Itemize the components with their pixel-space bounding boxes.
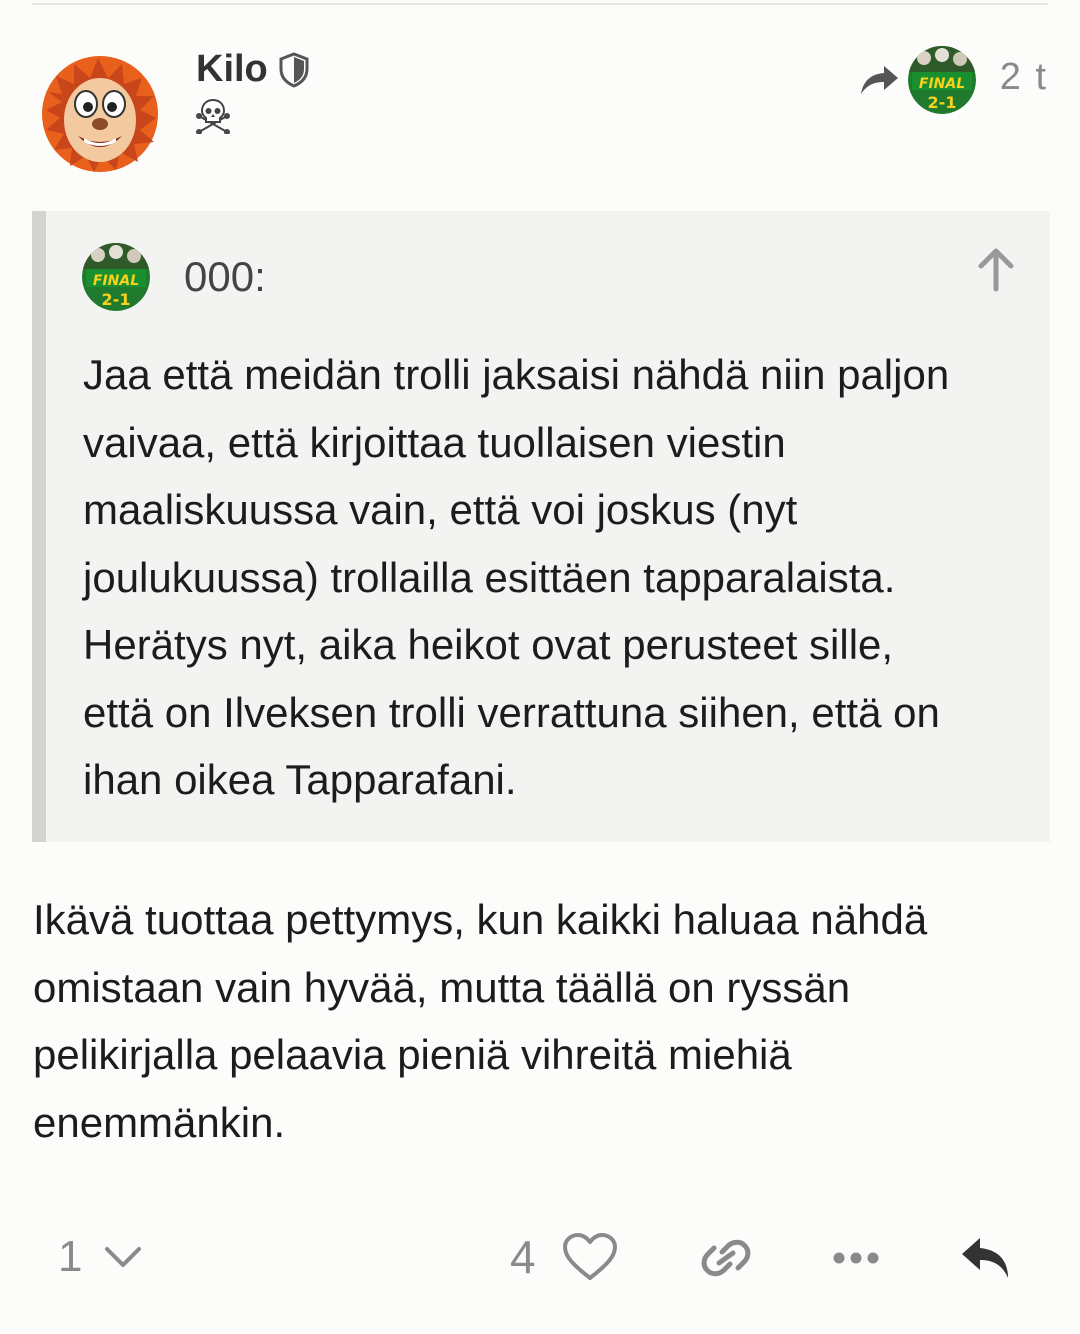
svg-text:2-1: 2-1 [928, 93, 957, 112]
quote-username: 000: [184, 253, 266, 300]
arrow-up-icon[interactable] [976, 247, 1016, 293]
shield-icon [279, 51, 309, 88]
quote-text: Jaa että meidän trolli jaksaisi nähdä ni… [83, 351, 950, 803]
post-text: Ikävä tuottaa pettymys, kun kaikki halua… [33, 896, 928, 1146]
post-actions: 1 4 [0, 1220, 1080, 1300]
show-replies-button[interactable]: 1 [58, 1232, 142, 1282]
quote-avatar[interactable]: FINAL 2-1 [82, 243, 150, 311]
svg-text:FINAL: FINAL [919, 76, 965, 92]
user-avatar[interactable] [38, 52, 162, 176]
heart-icon [562, 1233, 617, 1280]
like-button[interactable]: 4 [510, 1230, 618, 1284]
author-name[interactable]: Kilo [196, 48, 268, 91]
post-date[interactable]: 2 t [1000, 56, 1048, 99]
svg-text:2-1: 2-1 [102, 290, 131, 309]
post-author[interactable]: Kilo [196, 48, 310, 91]
likes-count: 4 [510, 1231, 536, 1283]
reply-to-avatar[interactable]: FINAL 2-1 [908, 46, 976, 114]
svg-text:FINAL: FINAL [93, 273, 139, 289]
more-icon[interactable] [832, 1250, 880, 1266]
reply-to-indicator[interactable]: FINAL 2-1 [858, 46, 976, 114]
replies-count: 1 [58, 1232, 83, 1281]
reply-icon[interactable] [958, 1234, 1014, 1284]
post-header: Kilo FINAL 2-1 2 t [0, 0, 1080, 190]
link-icon[interactable] [700, 1236, 752, 1280]
share-arrow-icon [861, 66, 898, 94]
skull-crossbones-icon [196, 98, 230, 134]
quote-header: FINAL 2-1 000: [82, 243, 266, 311]
quote-block: FINAL 2-1 000: Jaa että meidän trolli ja… [32, 211, 1050, 842]
chevron-down-icon [105, 1247, 142, 1267]
